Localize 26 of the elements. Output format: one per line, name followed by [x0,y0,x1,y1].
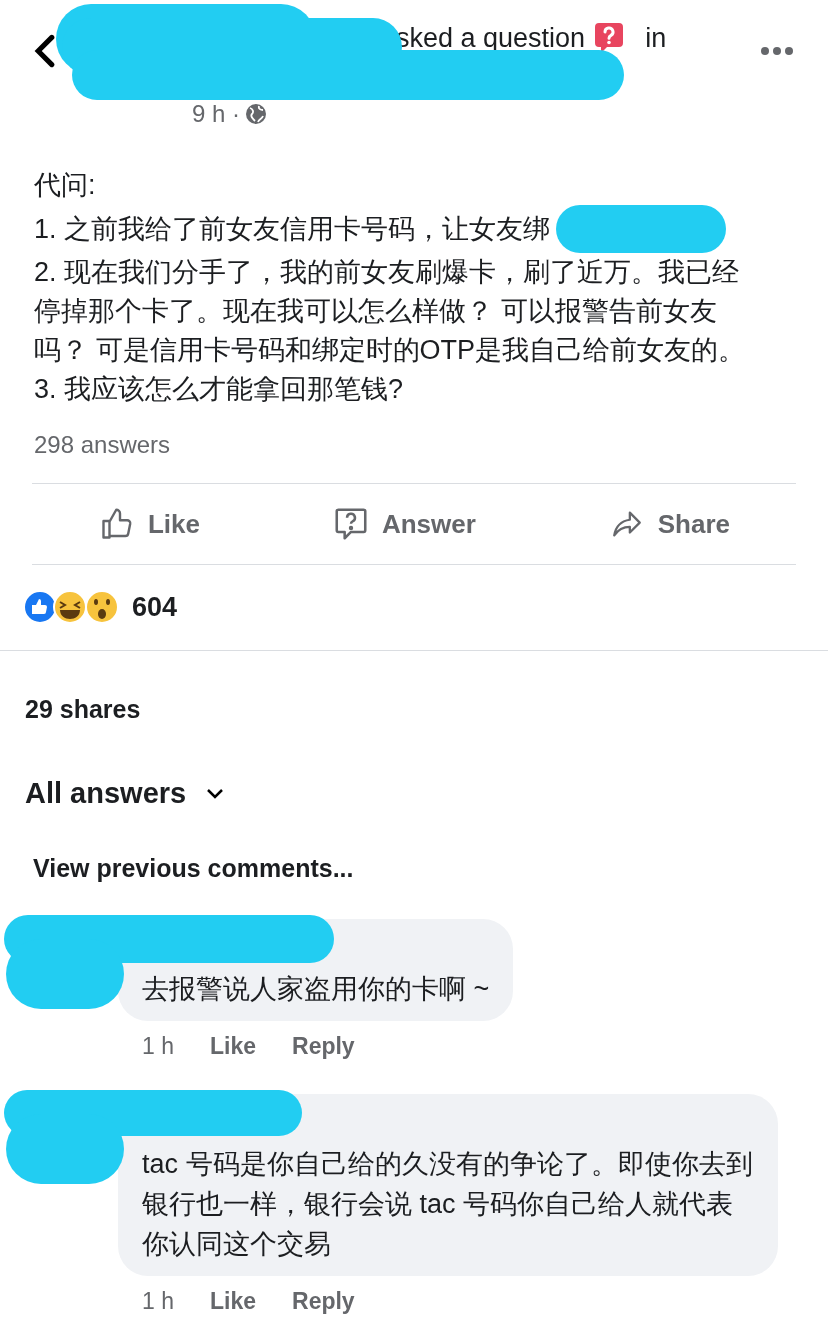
back-icon[interactable] [34,34,56,68]
question-text: 代问: [34,169,96,202]
action-button[interactable]: Answer [331,504,476,544]
post-time: 9 h · [192,99,241,129]
reply-link[interactable]: Reply [292,1283,355,1318]
comment-time: 1 h [142,1032,174,1061]
question-text: 2. 现在我们分手了，我的前女友刷爆卡，刷了近万。我已经停掉那个卡了。现在我可以怎么样做？ 可以报警告前女友吗？ 可是信用卡号码和绑定时的OTP是我自己给前女友的。 [34,256,746,367]
globe-icon [244,102,269,126]
answers-count: 298 answers [34,430,171,460]
reaction-count: 604 [132,591,178,624]
reply-link[interactable]: Reply [292,1029,355,1064]
like-link[interactable]: Like [210,1283,256,1318]
question-text: 3. 我应该怎么才能拿回那笔钱? [34,373,404,406]
more-icon[interactable] [760,46,794,56]
chevron-down-icon [206,787,225,800]
post-title: sked a question [396,22,586,55]
like-link[interactable]: Like [210,1029,256,1064]
comment-bubble: tac 号码是你自己给的久没有的争论了。即使你去到银行也一样，银行会说 tac 号码你自己给人就代表你认同这个交易 [118,1093,778,1276]
question-text: 1. 之前我给了前女友信用卡号码，让女友绑 [34,212,551,246]
action-button[interactable]: Like [97,504,200,544]
action-button[interactable]: Share [607,504,730,544]
view-previous-link[interactable]: View previous comments... [0,849,387,887]
comment-time: 1 h [142,1286,174,1316]
post-title-suffix: in [645,22,667,55]
all-answers-dropdown[interactable]: All answers [25,772,225,816]
shares-count: 29 shares [24,693,142,725]
